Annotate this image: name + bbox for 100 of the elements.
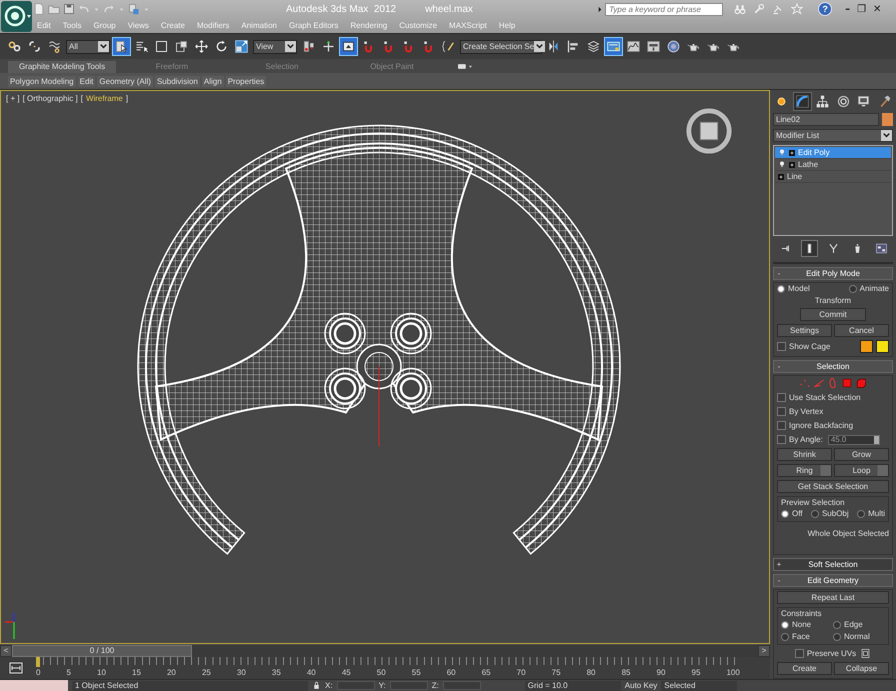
viewport-label[interactable]: [ Orthographic ]: [22, 94, 78, 103]
radio-button[interactable]: [833, 620, 841, 628]
select-cursor-icon[interactable]: [113, 38, 130, 55]
viewcube-icon[interactable]: [685, 107, 733, 155]
chevron-down-icon[interactable]: [881, 130, 892, 142]
previous-frame-button[interactable]: <: [0, 644, 12, 656]
dashed-rectangle-icon[interactable]: [153, 38, 170, 55]
time-slider-thumb[interactable]: 0 / 100: [12, 644, 192, 656]
radio-button[interactable]: [857, 510, 866, 518]
help-button[interactable]: ?: [818, 2, 832, 16]
window-control-button[interactable]: ✕: [871, 4, 884, 14]
broken-link-icon[interactable]: [26, 38, 43, 55]
project-icon[interactable]: [128, 3, 140, 15]
curve-graph-icon[interactable]: [625, 38, 642, 55]
rollout-toggle[interactable]: -: [774, 576, 784, 585]
cancel-button[interactable]: Cancel: [834, 324, 889, 337]
script-listener-field[interactable]: [0, 680, 68, 691]
ring-button[interactable]: Ring: [777, 464, 832, 477]
settings-box-icon[interactable]: [860, 648, 872, 659]
radio-button[interactable]: [810, 510, 819, 518]
modifier-sets-icon[interactable]: [874, 241, 888, 256]
radio-button[interactable]: [848, 284, 857, 292]
eject-icon[interactable]: [340, 38, 357, 55]
loop-button[interactable]: Loop: [834, 464, 889, 477]
app-logo-icon[interactable]: [0, 0, 33, 33]
shrink-button[interactable]: Shrink: [777, 448, 832, 461]
window-control-button[interactable]: –: [843, 4, 852, 14]
checkbox[interactable]: [794, 649, 804, 658]
arc-icon[interactable]: [794, 93, 811, 110]
modifier-stack-item[interactable]: Lathe: [775, 159, 891, 172]
ribbon-panel-button[interactable]: Edit: [78, 76, 96, 86]
viewport-label[interactable]: [: [80, 94, 83, 103]
create-button[interactable]: Create: [777, 662, 832, 675]
settings-button[interactable]: Settings: [777, 324, 832, 337]
ribbon-tab[interactable]: Graphite Modeling Tools: [8, 61, 116, 73]
layers-icon[interactable]: [585, 38, 602, 55]
window-control-button[interactable]: ❐: [855, 4, 868, 14]
ribbon-toggle-icon[interactable]: [458, 63, 472, 70]
checkbox[interactable]: [777, 435, 786, 444]
ribbon-panel-button[interactable]: Properties: [226, 76, 266, 86]
hierarchy-icon[interactable]: [814, 93, 832, 110]
ribbon-panel-button[interactable]: Align: [202, 76, 224, 86]
polygon-icon[interactable]: [841, 377, 853, 389]
coordinate-field[interactable]: [390, 681, 428, 690]
angle-spinner[interactable]: 45.0: [828, 434, 880, 444]
checkbox[interactable]: [777, 407, 786, 416]
coordinate-field[interactable]: [336, 681, 375, 690]
rollout-header[interactable]: - Edit Poly Mode: [773, 267, 893, 280]
coordinate-field[interactable]: [442, 681, 481, 690]
repeat-last-button[interactable]: Repeat Last: [777, 591, 889, 604]
open-folder-icon[interactable]: [48, 3, 60, 15]
move-icon[interactable]: [193, 38, 210, 55]
viewport-label[interactable]: [ + ]: [6, 94, 20, 103]
dropdown[interactable]: All: [66, 40, 110, 54]
dropdown[interactable]: View: [253, 40, 297, 54]
expand-icon[interactable]: [789, 162, 795, 168]
modifier-stack-item[interactable]: Line: [775, 171, 891, 184]
radio-button[interactable]: [781, 510, 789, 518]
cage-color-swatch[interactable]: [860, 340, 873, 353]
rollout-header[interactable]: - Selection: [773, 360, 893, 373]
lock-icon[interactable]: [312, 681, 321, 690]
scale-icon[interactable]: [233, 38, 250, 55]
checkbox[interactable]: [777, 393, 786, 402]
rollout-toggle[interactable]: -: [774, 269, 784, 278]
get-stack-selection-button[interactable]: Get Stack Selection: [777, 480, 889, 493]
rollout-toggle[interactable]: -: [774, 362, 784, 371]
element-icon[interactable]: [855, 377, 867, 389]
expand-arrow-icon[interactable]: [598, 6, 602, 12]
expand-icon[interactable]: [789, 150, 795, 156]
modifier-stack-item[interactable]: Edit Poly: [775, 147, 891, 160]
overlapping-squares-icon[interactable]: [173, 38, 190, 55]
checkbox[interactable]: [777, 342, 786, 351]
object-color-swatch[interactable]: [882, 113, 893, 126]
commit-button[interactable]: Commit: [800, 308, 866, 321]
radio-button[interactable]: [781, 620, 789, 628]
key-filter-dropdown[interactable]: Selected: [661, 680, 738, 690]
panel-toggle-icon[interactable]: [605, 38, 622, 55]
rollout-toggle[interactable]: +: [774, 560, 784, 569]
key-mode-icon[interactable]: [8, 660, 24, 676]
chevron-down-icon[interactable]: [285, 41, 296, 52]
checkbox[interactable]: [777, 421, 786, 430]
next-frame-button[interactable]: >: [758, 644, 770, 656]
object-name-field[interactable]: Line02: [773, 113, 879, 126]
auto-key-label[interactable]: Auto Key: [624, 681, 658, 690]
modifier-list-dropdown[interactable]: Modifier List: [773, 129, 893, 142]
chevron-down-icon[interactable]: [534, 41, 546, 52]
ribbon-panel-button[interactable]: Subdivision: [154, 76, 200, 86]
dropdown[interactable]: Create Selection Se: [460, 40, 542, 54]
pencil-icon[interactable]: [440, 38, 457, 55]
ribbon-panel-button[interactable]: Geometry (All): [97, 76, 153, 86]
ribbon-panel-button[interactable]: Polygon Modeling: [8, 76, 76, 86]
save-icon[interactable]: [63, 3, 75, 15]
schematic-icon[interactable]: [645, 38, 662, 55]
expand-icon[interactable]: [778, 174, 784, 180]
radio-button[interactable]: [781, 632, 789, 640]
viewport-label[interactable]: Wireframe: [86, 94, 123, 103]
chevron-down-icon[interactable]: [98, 41, 109, 52]
cage-color-swatch[interactable]: [876, 340, 889, 353]
radio-button[interactable]: [833, 632, 841, 640]
rollout-header[interactable]: + Soft Selection: [773, 558, 893, 571]
